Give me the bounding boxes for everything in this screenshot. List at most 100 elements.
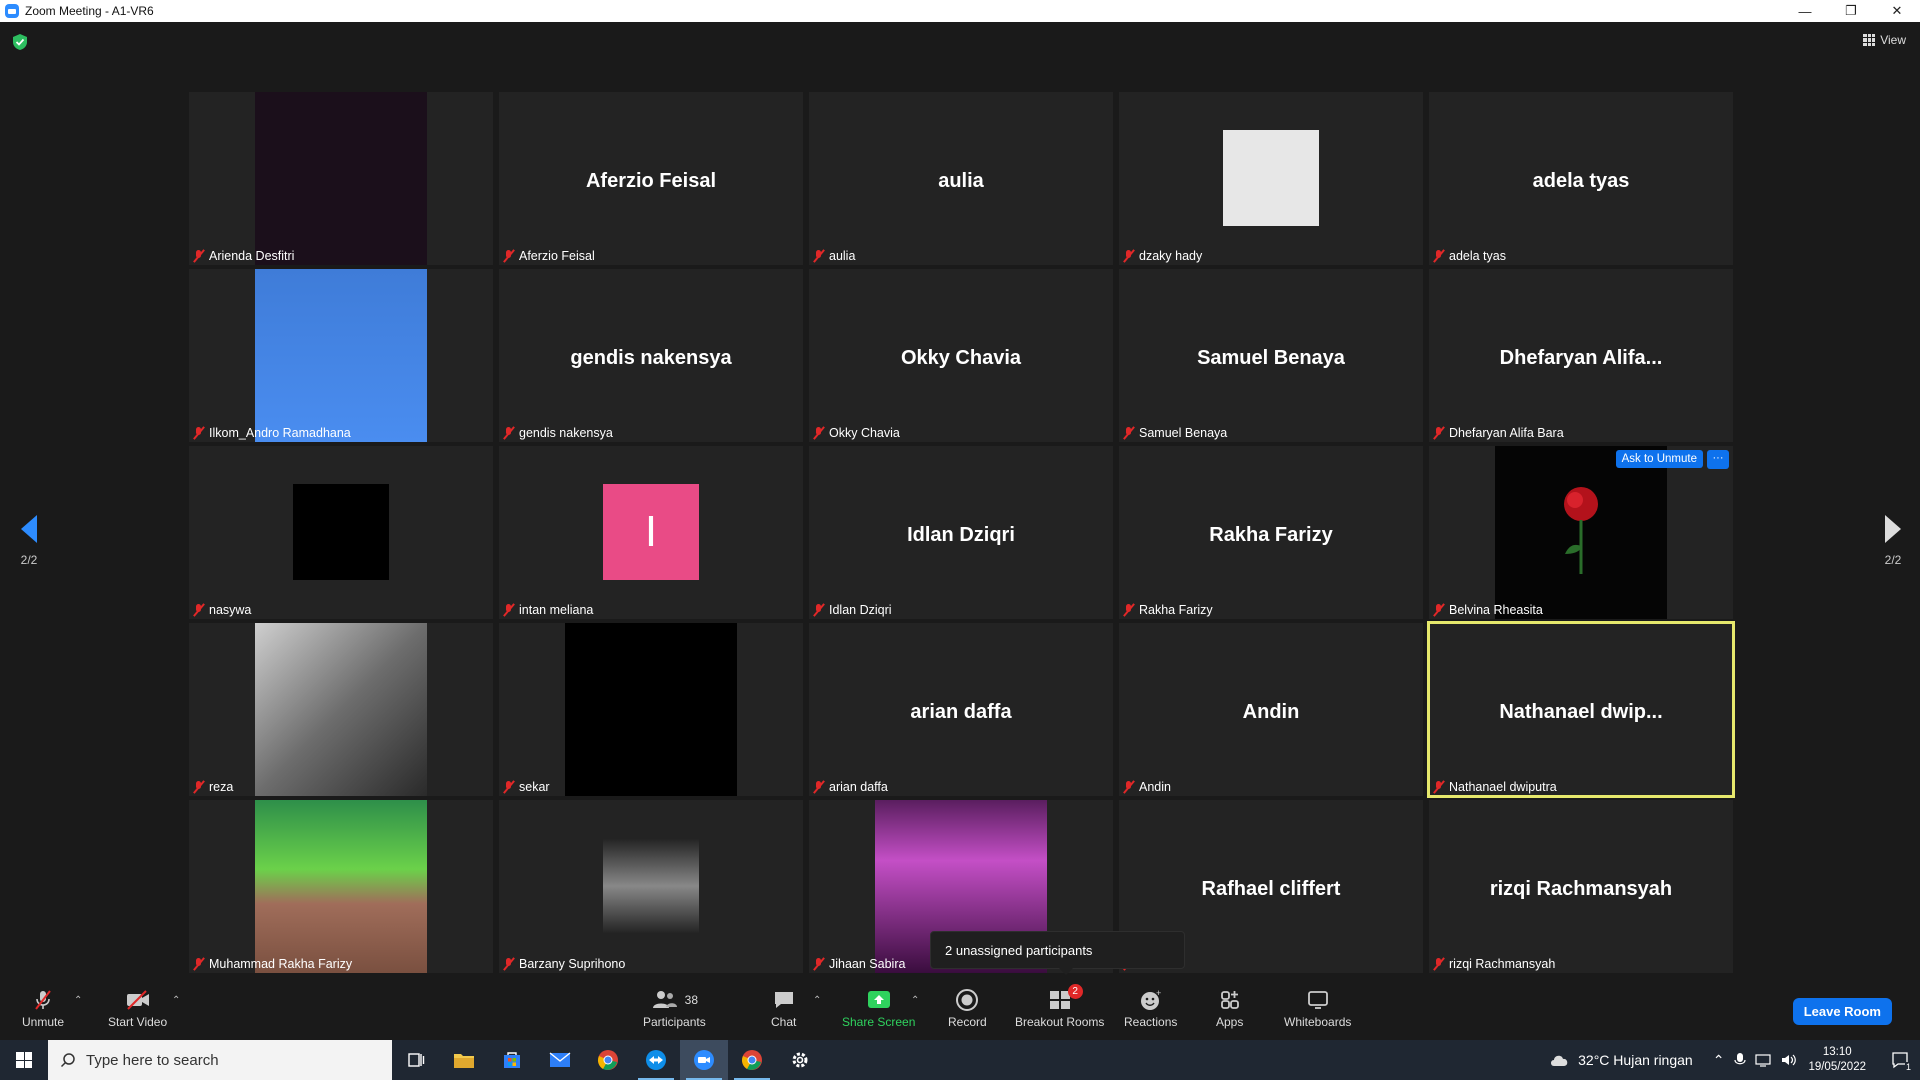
participant-gallery: Arienda Desfitri Aferzio Feisal Aferzio Fe… [189,92,1735,973]
breakout-rooms-button[interactable]: 2 Breakout Rooms [1015,984,1104,1029]
start-button[interactable] [0,1040,48,1080]
volume-icon[interactable] [1780,1053,1798,1067]
start-video-button[interactable]: Start Video [108,987,167,1029]
participant-name: Muhammad Rakha Farizy [209,957,353,971]
teamviewer-button[interactable] [632,1040,680,1080]
participant-name-label: Barzany Suprihono [503,957,625,971]
chat-options-caret[interactable]: ⌃ [813,995,821,1006]
participant-tile[interactable]: Samuel Benaya Samuel Benaya [1119,269,1423,442]
participant-initial-avatar: I [603,484,699,580]
participant-tile[interactable]: Arienda Desfitri [189,92,493,265]
close-button[interactable]: ✕ [1874,0,1920,22]
previous-page-button[interactable]: 2/2 [14,515,44,567]
more-options-button[interactable]: ··· [1707,450,1729,469]
weather-text[interactable]: 32°C Hujan ringan [1578,1052,1693,1068]
record-button[interactable]: Record [948,987,987,1029]
participants-button[interactable]: 38 Participants [643,987,706,1029]
restore-button[interactable]: ❐ [1828,0,1874,22]
arrow-left-icon [21,515,37,543]
notifications-button[interactable]: 1 [1880,1040,1920,1080]
whiteboards-button[interactable]: Whiteboards [1284,987,1351,1029]
participant-tile[interactable]: aulia aulia [809,92,1113,265]
participant-display-name: adela tyas [1532,170,1630,192]
unmute-button[interactable]: Unmute [22,987,64,1029]
chrome-profile-button[interactable] [728,1040,776,1080]
file-explorer-button[interactable] [440,1040,488,1080]
chrome-alt-icon [742,1050,762,1070]
participant-tile[interactable]: Okky Chavia Okky Chavia [809,269,1113,442]
audio-options-caret[interactable]: ⌃ [74,995,82,1006]
security-shield-icon[interactable] [12,33,28,51]
muted-mic-icon [1433,249,1445,263]
tooltip-text: 2 unassigned participants [945,943,1093,958]
participant-name: Arienda Desfitri [209,249,295,263]
participant-video-thumbnail [255,800,427,973]
participant-tile[interactable]: Aferzio Feisal Aferzio Feisal [499,92,803,265]
breakout-rooms-icon: 2 [1048,984,1083,1013]
page-indicator-left: 2/2 [20,553,38,567]
participant-tile[interactable]: rizqi Rachmansyah rizqi Rachmansyah [1429,800,1733,973]
reactions-button[interactable]: + Reactions [1124,987,1177,1029]
apps-button[interactable]: Apps [1216,987,1243,1029]
participant-display-name: Samuel Benaya [1197,347,1345,369]
mail-icon [549,1052,571,1067]
participant-name-label: sekar [503,780,550,794]
participant-tile[interactable]: Andin Andin [1119,623,1423,796]
search-placeholder: Type here to search [86,1051,219,1069]
muted-mic-icon [1123,426,1135,440]
participant-tile[interactable]: Ilkom_Andro Ramadhana [189,269,493,442]
participant-tile[interactable]: Rakha Farizy Rakha Farizy [1119,446,1423,619]
participant-display-name: Idlan Dziqri [907,524,1015,546]
participant-video-thumbnail [293,484,389,580]
participant-tile[interactable]: sekar [499,623,803,796]
tray-chevron-icon[interactable]: ⌃ [1713,1052,1725,1069]
participant-tile[interactable]: Muhammad Rakha Farizy [189,800,493,973]
participant-tile[interactable]: nasywa [189,446,493,619]
taskbar-search-box[interactable]: Type here to search [48,1040,392,1080]
mail-button[interactable] [536,1040,584,1080]
participant-name: gendis nakensya [519,426,613,440]
participant-tile[interactable]: arian daffa arian daffa [809,623,1113,796]
video-options-caret[interactable]: ⌃ [172,995,180,1006]
participant-name: Ilkom_Andro Ramadhana [209,426,351,440]
next-page-button[interactable]: 2/2 [1878,515,1908,567]
chrome-button[interactable] [584,1040,632,1080]
zoom-icon [694,1050,714,1070]
participant-tile[interactable]: dzaky hady [1119,92,1423,265]
participant-name: aulia [829,249,856,263]
participant-tile[interactable]: Dhefaryan Alifa... Dhefaryan Alifa Bara [1429,269,1733,442]
muted-mic-icon [813,249,825,263]
ask-to-unmute-button[interactable]: Ask to Unmute [1615,450,1703,468]
task-view-button[interactable] [392,1040,440,1080]
participant-tile[interactable]: reza [189,623,493,796]
muted-mic-icon [193,426,205,440]
participant-tile[interactable]: adela tyas adela tyas [1429,92,1733,265]
weather-cloud-icon[interactable] [1548,1052,1570,1068]
microphone-tray-icon[interactable] [1734,1052,1747,1068]
share-screen-button[interactable]: Share Screen [842,987,915,1029]
participant-tile[interactable]: gendis nakensya gendis nakensya [499,269,803,442]
view-button[interactable]: View [1863,33,1906,47]
grid-view-icon [1863,34,1876,46]
settings-button[interactable] [776,1040,824,1080]
muted-mic-icon [1123,249,1135,263]
participant-name: intan meliana [519,603,594,617]
task-view-icon [408,1053,425,1067]
store-button[interactable] [488,1040,536,1080]
participant-tile[interactable]: Nathanael dwip... Nathanael dwiputra [1427,621,1735,798]
participant-tile[interactable]: Ask to Unmute ··· Belvina Rheasita [1429,446,1733,619]
participant-display-name: arian daffa [910,701,1012,723]
zoom-taskbar-button[interactable] [680,1040,728,1080]
participant-display-name: Nathanael dwip... [1499,701,1663,723]
network-icon[interactable] [1754,1053,1772,1067]
minimize-button[interactable]: — [1782,0,1828,22]
share-options-caret[interactable]: ⌃ [911,995,919,1006]
participant-name: Idlan Dziqri [829,603,892,617]
participant-tile[interactable]: Iintan meliana [499,446,803,619]
taskbar-clock[interactable]: 13:10 19/05/2022 [1808,1045,1866,1075]
participant-video-thumbnail [603,838,699,934]
participant-tile[interactable]: Barzany Suprihono [499,800,803,973]
chat-button[interactable]: Chat [771,987,796,1029]
participant-tile[interactable]: Idlan Dziqri Idlan Dziqri [809,446,1113,619]
leave-room-button[interactable]: Leave Room [1792,998,1892,1025]
